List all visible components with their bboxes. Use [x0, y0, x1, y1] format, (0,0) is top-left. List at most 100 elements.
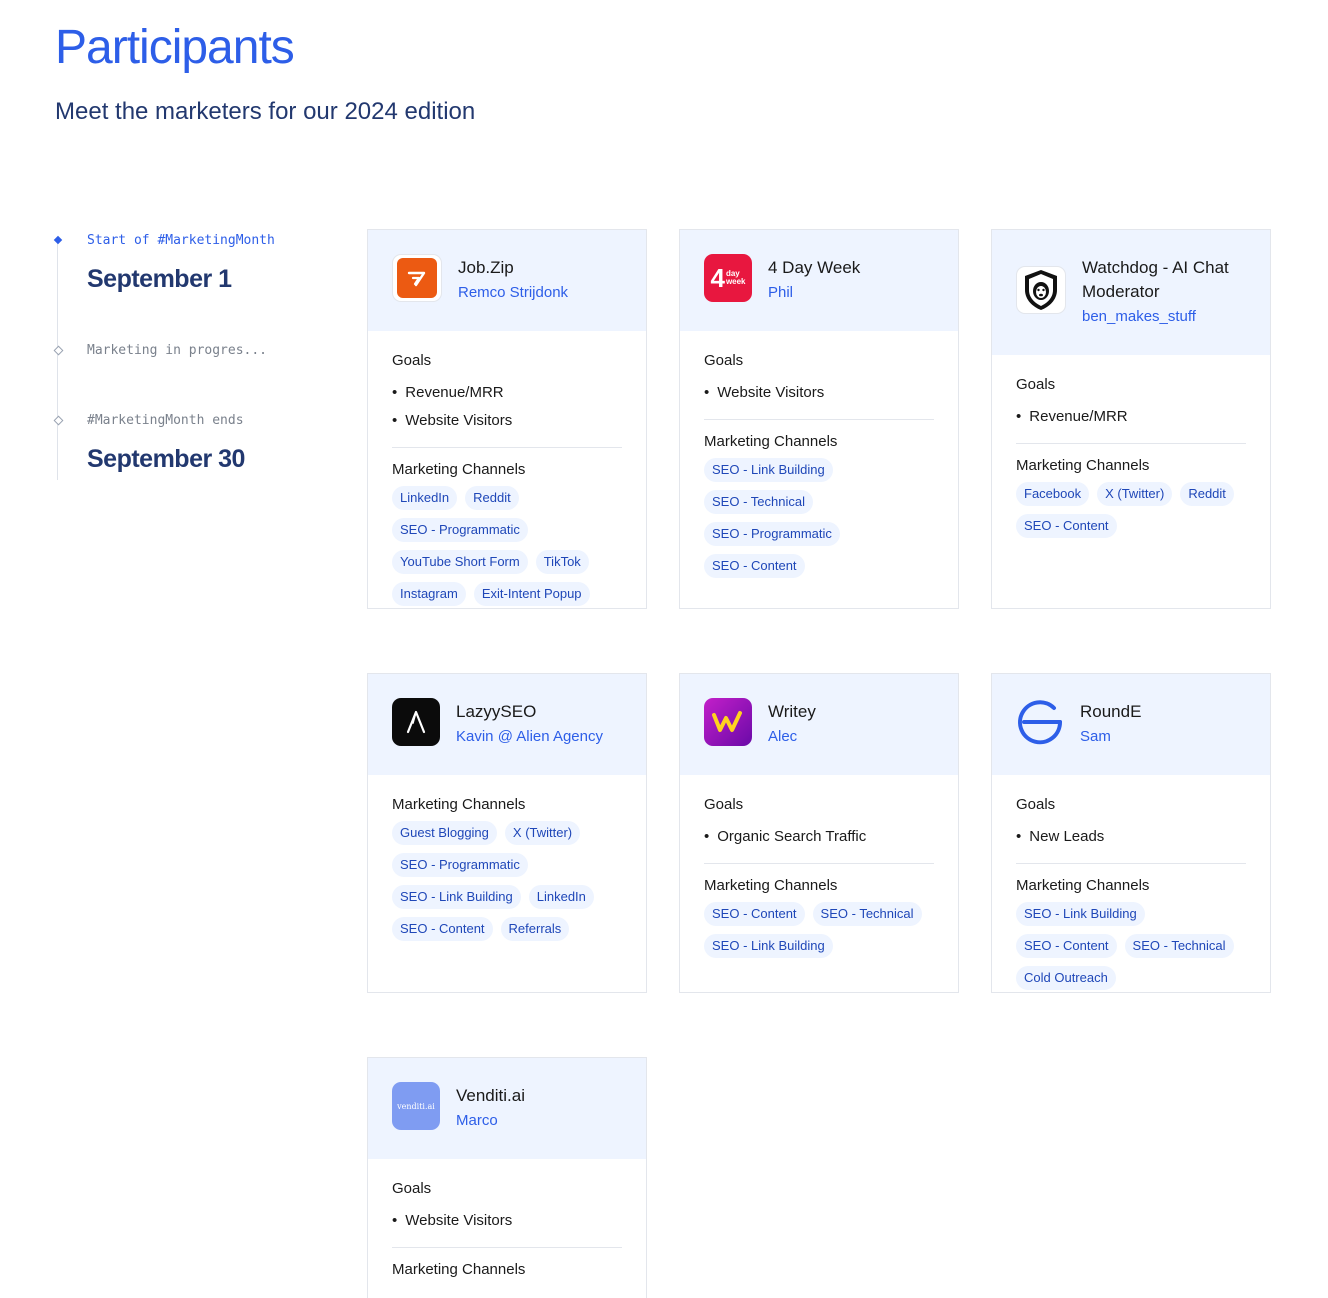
card-header: 4 day week 4 Day Week Phil	[680, 230, 958, 331]
goal-item: New Leads	[1016, 823, 1246, 851]
channel-tag[interactable]: SEO - Technical	[704, 490, 813, 514]
page-subtitle: Meet the marketers for our 2024 edition	[55, 98, 476, 125]
channel-tag[interactable]: SEO - Content	[704, 902, 805, 926]
participant-name: Writey	[768, 702, 816, 721]
goals-heading: Goals	[392, 1180, 432, 1197]
channel-tag[interactable]: Cold Outreach	[1016, 966, 1116, 990]
goals-heading: Goals	[704, 796, 744, 813]
card-header: RoundE Sam	[992, 674, 1270, 775]
participant-name: RoundE	[1080, 702, 1142, 721]
participant-name: Job.Zip	[458, 258, 514, 277]
channels-heading: Marketing Channels	[704, 877, 838, 894]
channel-tag[interactable]: SEO - Programmatic	[392, 518, 528, 542]
timeline-end-date: September 30	[87, 445, 245, 473]
participant-name: Venditi.ai	[456, 1086, 525, 1105]
goals-heading: Goals	[1016, 796, 1056, 813]
goals-heading: Goals	[704, 352, 744, 369]
goal-item: Website Visitors	[392, 407, 622, 435]
participant-card-writey[interactable]: Writey Alec Goals Organic Search Traffic…	[679, 673, 959, 993]
channel-tag[interactable]: YouTube Short Form	[392, 550, 528, 574]
goals-heading: Goals	[392, 352, 432, 369]
goals-heading: Goals	[1016, 376, 1056, 393]
4-day-week-logo-icon: 4 day week	[704, 254, 752, 302]
goal-item: Revenue/MRR	[392, 379, 622, 407]
writey-logo-icon	[704, 698, 752, 746]
participant-owner-link[interactable]: Phil	[768, 281, 860, 305]
card-header: LazyySEO Kavin @ Alien Agency	[368, 674, 646, 775]
channels-heading: Marketing Channels	[1016, 457, 1150, 474]
channel-tag[interactable]: SEO - Link Building	[704, 458, 833, 482]
channel-tag[interactable]: SEO - Content	[1016, 934, 1117, 958]
channel-tag[interactable]: Guest Blogging	[392, 821, 497, 845]
goals-list: Website Visitors	[392, 1207, 622, 1248]
channel-tag[interactable]: X (Twitter)	[1097, 482, 1173, 506]
marketing-month-timeline: Start of #MarketingMonth September 1 Mar…	[53, 232, 335, 480]
channel-tag[interactable]: SEO - Programmatic	[704, 522, 840, 546]
channel-tags: SEO - Content SEO - Technical SEO - Link…	[704, 902, 934, 966]
participant-owner-link[interactable]: ben_makes_stuff	[1082, 305, 1257, 329]
participant-card-venditi[interactable]: venditi.ai Venditi.ai Marco Goals Websit…	[367, 1057, 647, 1298]
goal-item: Website Visitors	[392, 1207, 622, 1235]
channel-tag[interactable]: X (Twitter)	[504, 821, 581, 845]
timeline-line	[57, 238, 58, 480]
goals-list: Website Visitors	[704, 379, 934, 420]
channel-tag[interactable]: SEO - Technical	[812, 902, 922, 926]
channel-tags: SEO - Link Building SEO - Content SEO - …	[1016, 902, 1246, 992]
lazyyseo-logo-icon	[392, 698, 440, 746]
timeline-end-label: #MarketingMonth ends	[87, 413, 244, 428]
channel-tag[interactable]: SEO - Content	[704, 554, 805, 578]
participant-owner-link[interactable]: Marco	[456, 1109, 525, 1133]
channel-tag[interactable]: Reddit	[465, 486, 519, 510]
participant-card-rounde[interactable]: RoundE Sam Goals New Leads Marketing Cha…	[991, 673, 1271, 993]
card-header: venditi.ai Venditi.ai Marco	[368, 1058, 646, 1159]
channels-heading: Marketing Channels	[392, 461, 526, 478]
goals-list: Revenue/MRR	[1016, 403, 1246, 444]
channel-tag[interactable]: SEO - Content	[392, 917, 493, 941]
participant-name: LazyySEO	[456, 702, 537, 721]
participant-owner-link[interactable]: Kavin @ Alien Agency	[456, 725, 603, 749]
timeline-start-date: September 1	[87, 265, 232, 293]
participant-name: 4 Day Week	[768, 258, 861, 277]
participant-owner-link[interactable]: Sam	[1080, 725, 1141, 749]
channels-heading: Marketing Channels	[392, 796, 526, 813]
goals-list: Organic Search Traffic	[704, 823, 934, 864]
channel-tag[interactable]: SEO - Technical	[1124, 934, 1234, 958]
goal-item: Revenue/MRR	[1016, 403, 1246, 431]
participant-owner-link[interactable]: Remco Strijdonk	[458, 281, 568, 305]
rounde-logo-icon	[1016, 698, 1064, 746]
channel-tag[interactable]: LinkedIn	[392, 486, 458, 510]
channel-tag[interactable]: SEO - Link Building	[392, 885, 521, 909]
channel-tag[interactable]: SEO - Link Building	[1016, 902, 1145, 926]
channel-tag[interactable]: SEO - Content	[1016, 514, 1117, 538]
jobzip-logo-icon	[392, 254, 442, 302]
channel-tag[interactable]: Instagram	[392, 582, 466, 606]
participant-card-4-day-week[interactable]: 4 dayweek 4 Day Week Phil Goals Website …	[679, 229, 959, 609]
channel-tags: Guest Blogging X (Twitter) SEO - Program…	[392, 821, 622, 949]
timeline-progress-marker-icon	[53, 345, 64, 356]
channel-tags: LinkedIn Reddit SEO - Programmatic YouTu…	[392, 486, 622, 608]
card-header: Watchdog - AI Chat Moderator ben_makes_s…	[992, 230, 1270, 355]
channel-tag[interactable]: Facebook	[1016, 482, 1090, 506]
channel-tag[interactable]: SEO - Link Building	[704, 934, 833, 958]
goal-item: Organic Search Traffic	[704, 823, 934, 851]
goals-list: New Leads	[1016, 823, 1246, 864]
card-header: Job.Zip Remco Strijdonk	[368, 230, 646, 331]
channel-tag[interactable]: Exit-Intent Popup	[473, 582, 590, 606]
channel-tag[interactable]: SEO - Programmatic	[392, 853, 528, 877]
channels-heading: Marketing Channels	[704, 433, 838, 450]
timeline-start-marker-icon	[53, 235, 63, 245]
participant-card-lazyyseo[interactable]: LazyySEO Kavin @ Alien Agency Marketing …	[367, 673, 647, 993]
participant-card-watchdog[interactable]: Watchdog - AI Chat Moderator ben_makes_s…	[991, 229, 1271, 609]
venditi-logo-icon: venditi.ai	[392, 1082, 440, 1130]
participant-owner-link[interactable]: Alec	[768, 725, 816, 749]
channel-tag[interactable]: Reddit	[1180, 482, 1234, 506]
channel-tag[interactable]: TikTok	[535, 550, 589, 574]
watchdog-shield-logo-icon	[1016, 266, 1066, 314]
participant-card-jobzip[interactable]: Job.Zip Remco Strijdonk Goals Revenue/MR…	[367, 229, 647, 609]
goal-item: Website Visitors	[704, 379, 934, 407]
timeline-progress-label: Marketing in progres...	[87, 343, 268, 358]
channel-tag[interactable]: Referrals	[500, 917, 570, 941]
channel-tags: SEO - Link Building SEO - Technical SEO …	[704, 458, 934, 586]
timeline-end-marker-icon	[53, 415, 64, 426]
channel-tag[interactable]: LinkedIn	[528, 885, 594, 909]
